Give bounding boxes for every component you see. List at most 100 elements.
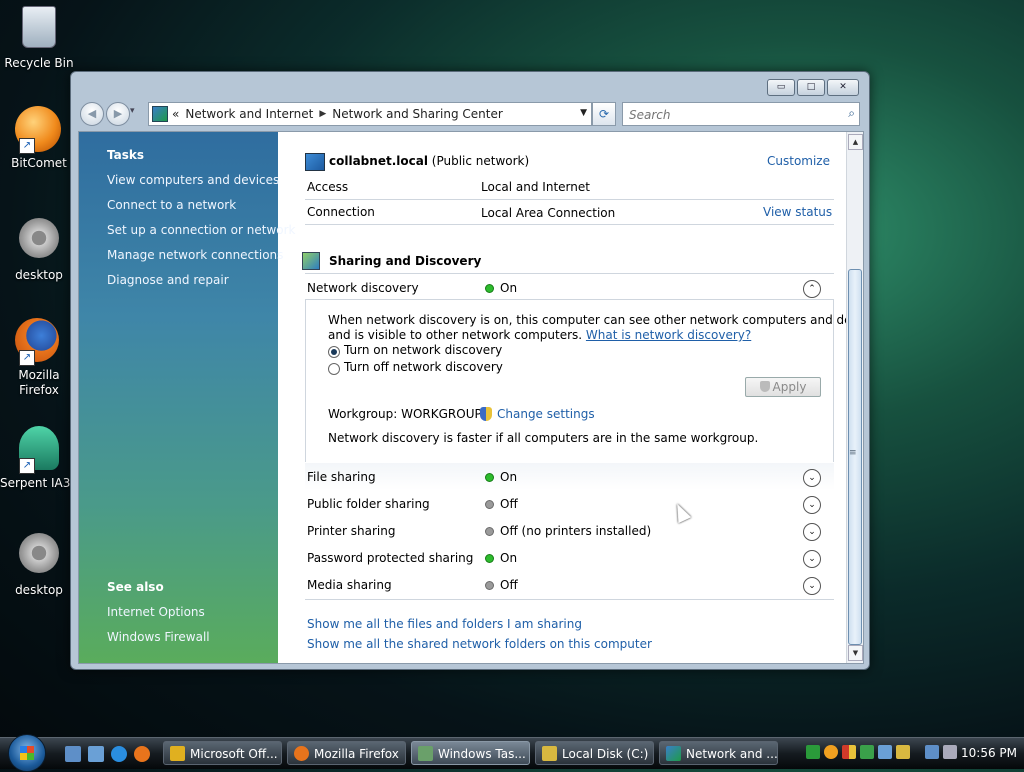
desktop-icon-desktop-2[interactable]: desktop <box>0 529 79 597</box>
scroll-up-button[interactable]: ▲ <box>848 134 863 150</box>
search-icon[interactable]: ⌕ <box>848 106 855 121</box>
workgroup-note: Network discovery is faster if all compu… <box>328 431 759 445</box>
see-also-windows-firewall[interactable]: Windows Firewall <box>107 630 210 644</box>
taskbar-button-firefox[interactable]: Mozilla Firefox <box>287 741 406 765</box>
network-identity: collabnet.local (Public network) <box>329 154 529 168</box>
task-manage-connections[interactable]: Manage network connections <box>107 248 283 262</box>
taskbar-button-local-disk[interactable]: Local Disk (C:) <box>535 741 654 765</box>
address-bar[interactable]: « Network and Internet ▶ Network and Sha… <box>148 102 592 126</box>
shortcut-arrow-icon: ↗ <box>19 138 35 154</box>
address-dropdown-icon[interactable]: ▼ <box>580 108 587 118</box>
shortcut-arrow-icon: ↗ <box>19 458 35 474</box>
show-desktop-icon[interactable] <box>65 746 81 762</box>
office-icon <box>170 746 185 761</box>
tray-app-icon[interactable] <box>806 745 820 759</box>
shortcut-arrow-icon: ↗ <box>19 350 35 366</box>
show-shared-files-link[interactable]: Show me all the files and folders I am s… <box>307 617 582 631</box>
printer-sharing-label: Printer sharing <box>307 524 396 538</box>
bitcomet-tray-icon[interactable] <box>824 745 838 759</box>
desktop-icon-label: Recycle Bin <box>4 56 74 70</box>
task-connect-to-network[interactable]: Connect to a network <box>107 198 236 212</box>
expand-chevron-icon[interactable]: ⌄ <box>803 523 821 541</box>
expand-chevron-icon[interactable]: ⌄ <box>803 550 821 568</box>
refresh-button[interactable]: ⟳ <box>592 102 616 126</box>
task-diagnose-repair[interactable]: Diagnose and repair <box>107 273 229 287</box>
desktop-icon-label: desktop <box>15 583 63 597</box>
address-prefix[interactable]: « <box>172 107 179 121</box>
gear-icon <box>15 218 63 266</box>
change-settings-link[interactable]: Change settings <box>497 407 595 421</box>
clock[interactable]: 10:56 PM <box>961 741 1017 765</box>
public-folder-sharing-status: Off <box>500 497 518 511</box>
taskbar-button-network-and-sharing[interactable]: Network and ... <box>659 741 778 765</box>
taskbar-button-microsoft-office[interactable]: Microsoft Off... <box>163 741 282 765</box>
switch-windows-icon[interactable] <box>88 746 104 762</box>
sharing-icon <box>302 252 320 270</box>
status-on-icon <box>486 474 493 481</box>
network-icon <box>152 106 168 122</box>
turn-on-discovery-radio[interactable] <box>328 346 340 358</box>
desktop-icon-label: Serpent IA32 <box>0 476 79 490</box>
sharing-heading: Sharing and Discovery <box>329 254 482 268</box>
public-network-icon <box>305 153 325 171</box>
task-view-computers[interactable]: View computers and devices <box>107 173 279 187</box>
public-folder-sharing-label: Public folder sharing <box>307 497 430 511</box>
volume-muted-icon[interactable] <box>943 745 957 759</box>
access-value: Local and Internet <box>481 180 590 194</box>
close-button[interactable]: ✕ <box>827 79 859 96</box>
forward-button[interactable]: ▶ <box>106 102 130 126</box>
view-status-link[interactable]: View status <box>763 205 832 219</box>
desktop-icon-label: BitComet <box>11 156 67 170</box>
status-off-icon <box>486 582 493 589</box>
minimize-button[interactable]: ▭ <box>767 79 795 96</box>
bitcomet-icon: ↗ <box>15 106 63 154</box>
see-also-internet-options[interactable]: Internet Options <box>107 605 205 619</box>
what-is-network-discovery-link[interactable]: What is network discovery? <box>586 328 751 342</box>
internet-explorer-icon[interactable] <box>111 746 127 762</box>
collapse-chevron-icon[interactable]: ⌃ <box>803 280 821 298</box>
tray-display-icon[interactable] <box>878 745 892 759</box>
media-sharing-status: Off <box>500 578 518 592</box>
show-shared-folders-link[interactable]: Show me all the shared network folders o… <box>307 637 652 651</box>
discovery-description-2: and is visible to other network computer… <box>328 328 751 342</box>
security-shield-icon[interactable] <box>842 745 856 759</box>
breadcrumb-network-and-internet[interactable]: Network and Internet <box>185 107 313 121</box>
desktop-icon-serpent[interactable]: ↗ Serpent IA32 <box>0 424 79 490</box>
start-button[interactable] <box>8 734 46 772</box>
expand-chevron-icon[interactable]: ⌄ <box>803 469 821 487</box>
tray-folder-icon[interactable] <box>896 745 910 759</box>
desktop-icon-firefox[interactable]: ↗ Mozilla Firefox <box>0 318 79 398</box>
firefox-icon[interactable] <box>134 746 150 762</box>
main-pane: collabnet.local (Public network) Customi… <box>278 132 863 663</box>
desktop-icon-recycle-bin[interactable]: Recycle Bin <box>0 2 79 70</box>
customize-link[interactable]: Customize <box>767 154 830 168</box>
back-button[interactable]: ◀ <box>80 102 104 126</box>
vertical-scrollbar[interactable]: ▲ ≡ ▼ <box>846 132 863 663</box>
expand-chevron-icon[interactable]: ⌄ <box>803 496 821 514</box>
desktop-icon-bitcomet[interactable]: ↗ BitComet <box>0 106 79 170</box>
turn-off-discovery-label[interactable]: Turn off network discovery <box>344 360 503 374</box>
network-tray-icon[interactable] <box>925 745 939 759</box>
connection-label: Connection <box>307 205 375 219</box>
uac-shield-icon <box>480 407 492 421</box>
scroll-down-button[interactable]: ▼ <box>848 645 863 661</box>
search-input[interactable] <box>627 105 831 125</box>
shield-icon <box>759 381 770 392</box>
taskbar-button-windows-task-manager[interactable]: Windows Tas... <box>411 741 530 765</box>
task-set-up-connection[interactable]: Set up a connection or network <box>107 223 295 237</box>
tray-check-icon[interactable] <box>860 745 874 759</box>
password-sharing-label: Password protected sharing <box>307 551 474 565</box>
maximize-button[interactable]: □ <box>797 79 825 96</box>
window-controls: ▭ □ ✕ <box>767 79 859 96</box>
content-area: Tasks View computers and devices Connect… <box>78 131 864 664</box>
turn-on-discovery-label[interactable]: Turn on network discovery <box>344 343 502 357</box>
apply-button[interactable]: Apply <box>745 377 821 397</box>
desktop-icon-desktop-1[interactable]: desktop <box>0 214 79 282</box>
breadcrumb-separator-icon[interactable]: ▶ <box>319 109 326 119</box>
turn-off-discovery-radio[interactable] <box>328 363 340 375</box>
expand-chevron-icon[interactable]: ⌄ <box>803 577 821 595</box>
divider <box>305 199 834 200</box>
recent-pages-dropdown[interactable]: ▾ <box>130 106 135 116</box>
discovery-description-text: and is visible to other network computer… <box>328 328 583 342</box>
breadcrumb-network-sharing-center[interactable]: Network and Sharing Center <box>332 107 503 121</box>
